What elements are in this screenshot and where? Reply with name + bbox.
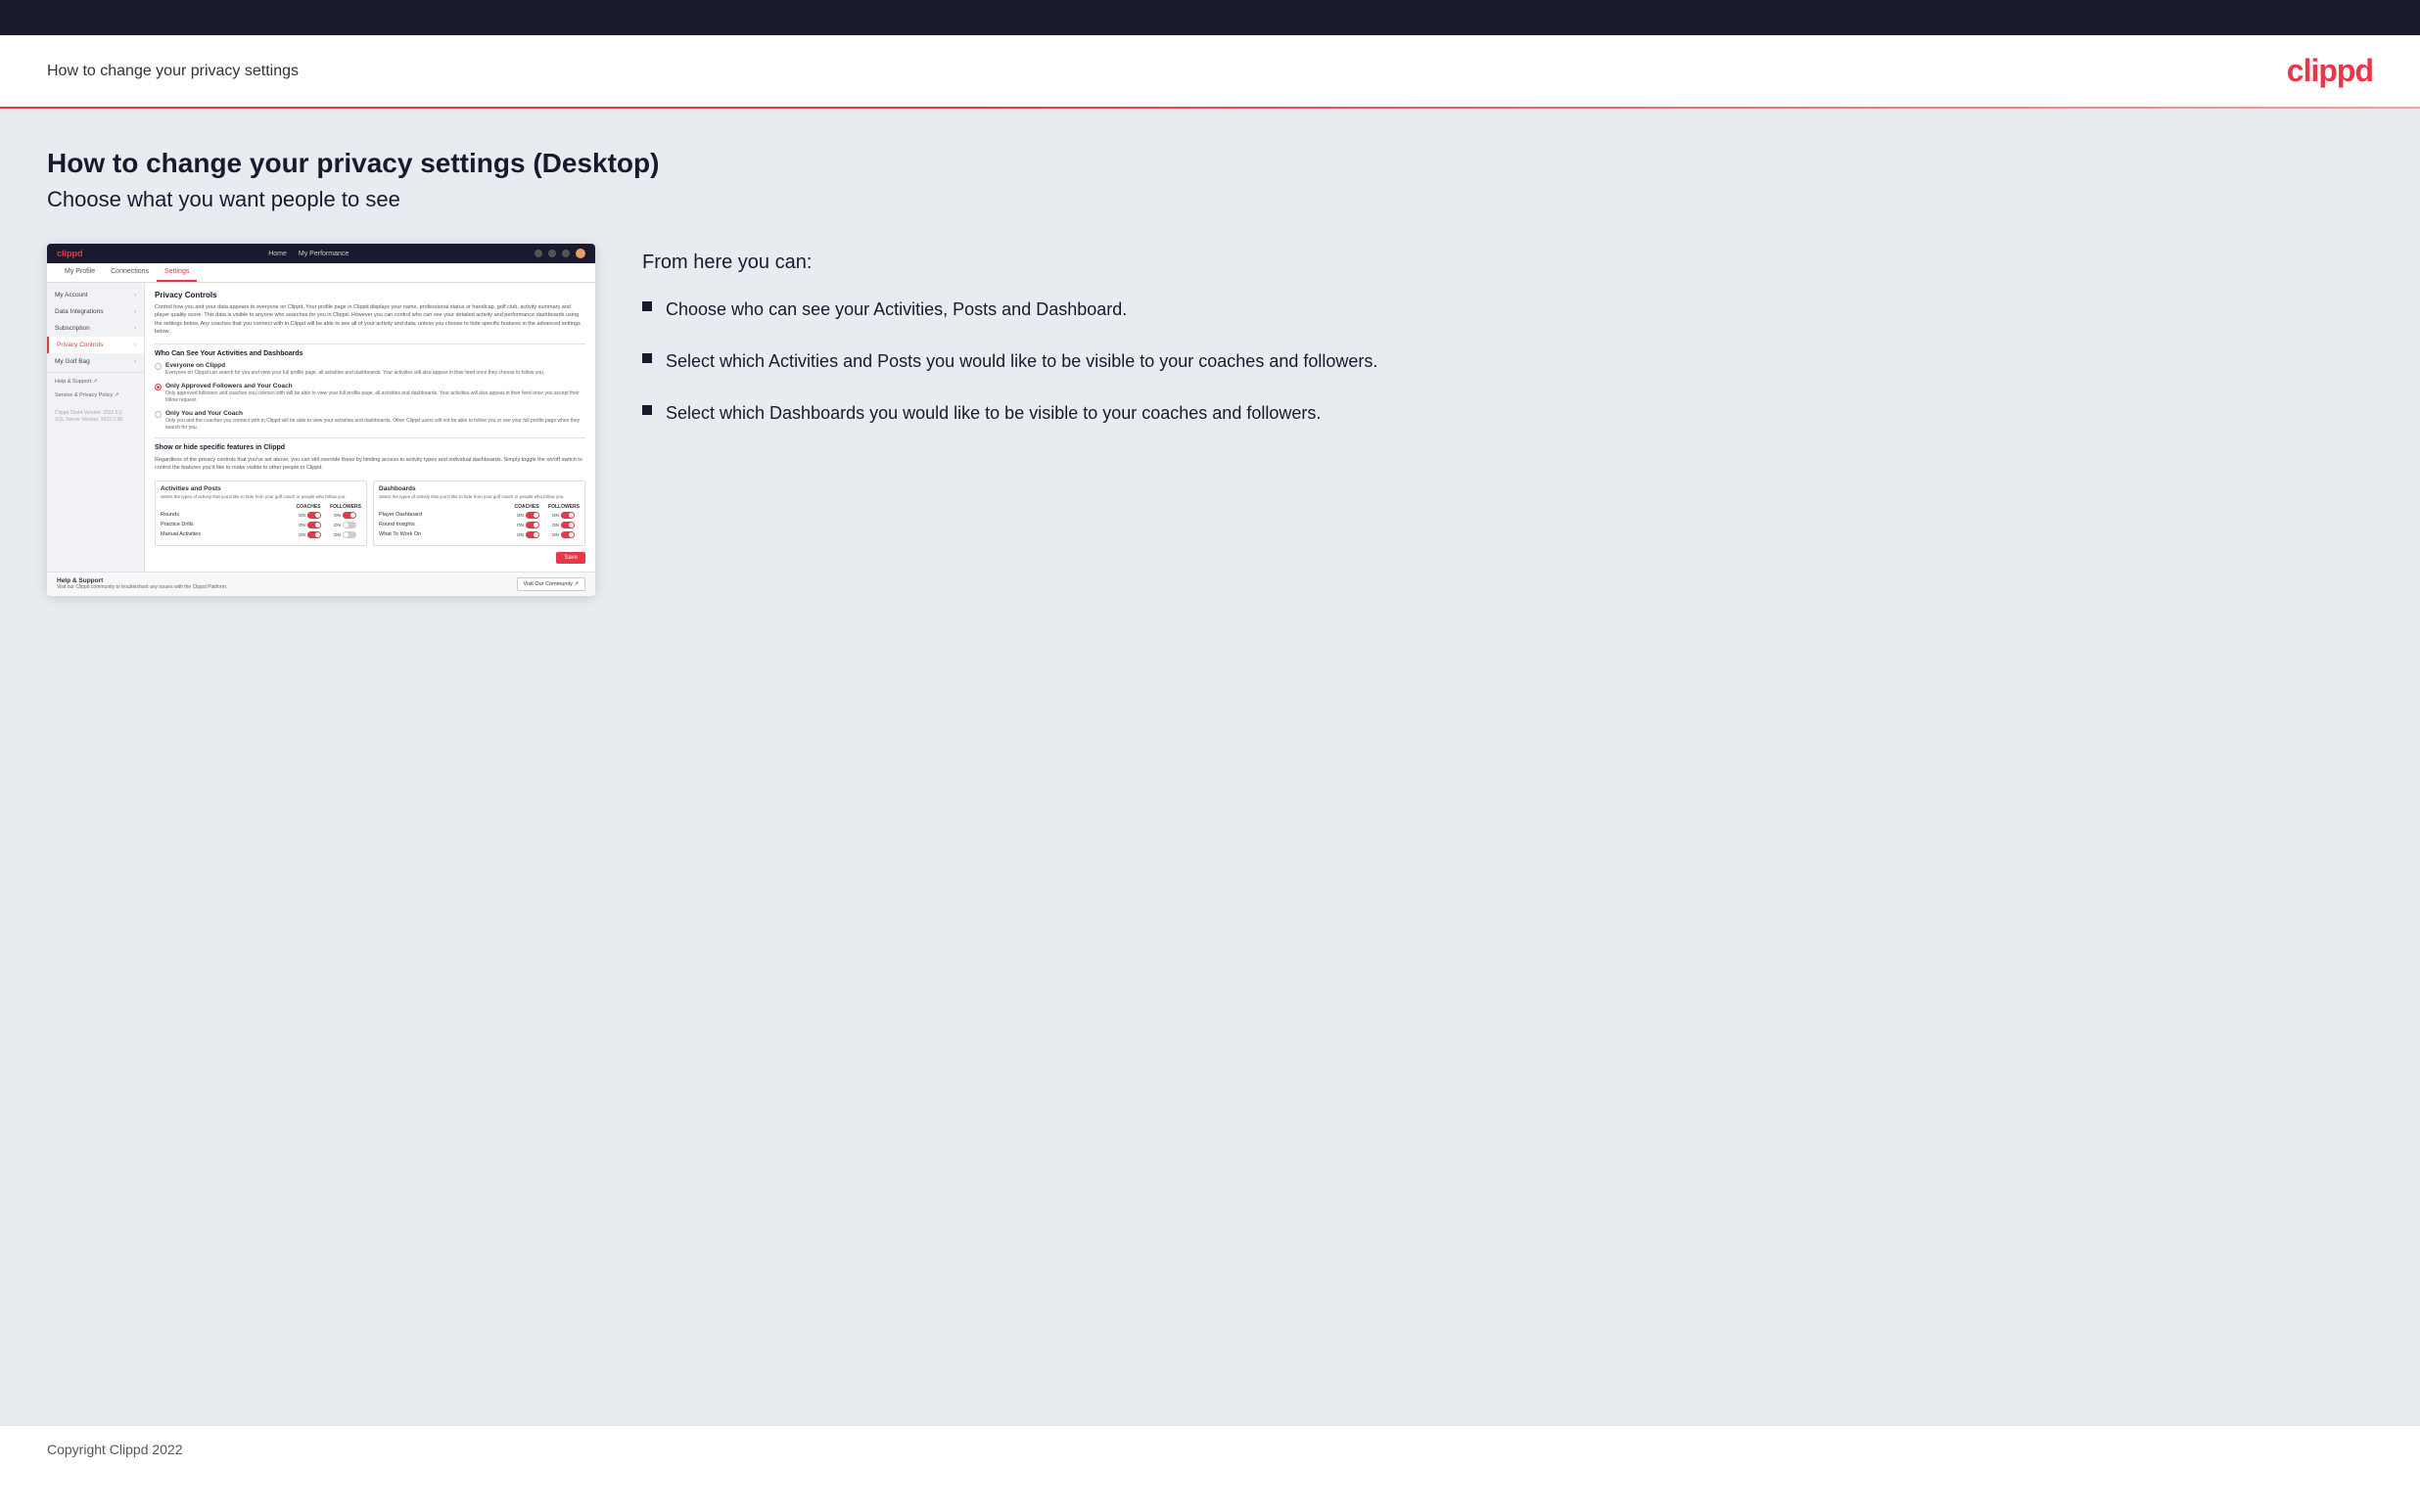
mockup-nav-links: Home My Performance: [268, 251, 349, 257]
mockup-nav-icons: [535, 249, 585, 258]
mockup-dashboard-player: Player Dashboard ON ON: [379, 512, 580, 519]
mockup-sidebar-divider: [47, 372, 144, 373]
mockup-sidebar: My Account › Data Integrations › Subscri…: [47, 283, 145, 572]
page-title: How to change your privacy settings (Des…: [47, 148, 2373, 179]
mockup-sidebar-account: My Account ›: [47, 287, 144, 303]
toggle-rounds-followers: [343, 512, 356, 519]
footer-copyright: Copyright Clippd 2022: [47, 1442, 183, 1457]
mockup-tab-settings: Settings: [157, 263, 197, 282]
two-column-layout: clippd Home My Performance My Profile: [47, 244, 2373, 596]
bullet-square-1: [642, 301, 652, 311]
bullet-item-1: Choose who can see your Activities, Post…: [642, 298, 2373, 322]
mockup-activity-manual: Manual Activities ON ON: [161, 531, 361, 538]
mockup-body: My Account › Data Integrations › Subscri…: [47, 283, 595, 572]
mockup-sidebar-subscription: Subscription ›: [47, 320, 144, 337]
mockup-show-hide-desc: Regardless of the privacy controls that …: [155, 456, 585, 473]
mockup-main-area: Privacy Controls Control how you and you…: [145, 283, 595, 572]
mockup-sidebar-privacy: Privacy Controls ›: [47, 337, 144, 353]
toggle-workson-coaches: [526, 531, 539, 538]
main-content: How to change your privacy settings (Des…: [0, 109, 2420, 1425]
toggle-manual-coaches: [307, 531, 321, 538]
toggle-drills-followers: [343, 522, 356, 528]
mockup-divider-2: [155, 437, 585, 438]
mockup-show-hide-title: Show or hide specific features in Clippd: [155, 444, 585, 451]
mockup-dashboard-workson: What To Work On ON ON: [379, 531, 580, 538]
mockup-privacy-title: Privacy Controls: [155, 291, 585, 299]
mockup-user-icon: [548, 250, 556, 257]
mockup-navbar: clippd Home My Performance: [47, 244, 595, 263]
header: How to change your privacy settings clip…: [0, 35, 2420, 107]
mockup-save-row: Save: [155, 552, 585, 564]
top-bar: [0, 0, 2420, 35]
mockup-save-button[interactable]: Save: [556, 552, 585, 564]
mockup-activity-drills: Practice Drills ON ON: [161, 522, 361, 528]
mockup-sidebar-version: Clippd Client Version: 2022.8.2SQL Serve…: [47, 402, 144, 428]
bullet-text-2: Select which Activities and Posts you wo…: [666, 349, 1377, 374]
toggle-rounds-coaches: [307, 512, 321, 519]
mockup-sidebar-help: Help & Support ↗: [47, 375, 144, 389]
mockup-sidebar-data: Data Integrations ›: [47, 303, 144, 320]
mockup-activity-rounds: Rounds ON ON: [161, 512, 361, 519]
mockup-inner: clippd Home My Performance My Profile: [47, 244, 595, 596]
footer: Copyright Clippd 2022: [0, 1425, 2420, 1475]
mockup-privacy-desc: Control how you and your data appears to…: [155, 303, 585, 336]
mockup-radio-everyone: Everyone on Clippd Everyone on Clippd ca…: [155, 362, 585, 377]
logo: clippd: [2287, 53, 2373, 89]
toggle-manual-followers: [343, 531, 356, 538]
mockup-help-section: Help & Support Visit our Clippd communit…: [47, 572, 595, 596]
mockup-features-row: Activities and Posts Select the types of…: [155, 481, 585, 546]
bullet-item-2: Select which Activities and Posts you wo…: [642, 349, 2373, 374]
right-column: From here you can: Choose who can see yo…: [642, 244, 2373, 454]
toggle-drills-coaches: [307, 522, 321, 528]
right-col-title: From here you can:: [642, 252, 2373, 274]
bullet-text-1: Choose who can see your Activities, Post…: [666, 298, 1127, 322]
mockup-activities-box: Activities and Posts Select the types of…: [155, 481, 367, 546]
bullet-item-3: Select which Dashboards you would like t…: [642, 401, 2373, 426]
mockup-tab-profile: My Profile: [57, 263, 103, 282]
bullet-square-3: [642, 405, 652, 415]
mockup-radio-approved: Only Approved Followers and Your Coach O…: [155, 383, 585, 404]
mockup-tabs: My Profile Connections Settings: [47, 263, 595, 283]
mockup-radio-circle-only-you: [155, 411, 162, 418]
mockup-help-button[interactable]: Visit Our Community ↗: [517, 577, 585, 591]
mockup-radio-only-you: Only You and Your Coach Only you and the…: [155, 410, 585, 432]
header-title: How to change your privacy settings: [47, 63, 299, 80]
toggle-round-coaches: [526, 522, 539, 528]
mockup-dashboards-box: Dashboards Select the types of activity …: [373, 481, 585, 546]
bullet-square-2: [642, 353, 652, 363]
mockup-radio-circle-everyone: [155, 363, 162, 370]
mockup-radio-circle-approved: [155, 384, 162, 390]
mockup-logo: clippd: [57, 249, 83, 258]
screenshot-mockup: clippd Home My Performance My Profile: [47, 244, 595, 596]
page-subtitle: Choose what you want people to see: [47, 187, 2373, 212]
mockup-tab-connections: Connections: [103, 263, 157, 282]
toggle-round-followers: [561, 522, 575, 528]
mockup-sidebar-golfbag: My Golf Bag ›: [47, 353, 144, 370]
mockup-avatar: [576, 249, 585, 258]
toggle-workson-followers: [561, 531, 575, 538]
mockup-who-can-see-title: Who Can See Your Activities and Dashboar…: [155, 350, 585, 357]
bullet-list: Choose who can see your Activities, Post…: [642, 298, 2373, 427]
mockup-sidebar-privacy-policy: Service & Privacy Policy ↗: [47, 389, 144, 402]
mockup-nav-performance: My Performance: [299, 251, 349, 257]
toggle-player-coaches: [526, 512, 539, 519]
mockup-dashboard-round: Round Insights ON ON: [379, 522, 580, 528]
mockup-search-icon: [535, 250, 542, 257]
bullet-text-3: Select which Dashboards you would like t…: [666, 401, 1321, 426]
mockup-settings-icon: [562, 250, 570, 257]
toggle-player-followers: [561, 512, 575, 519]
mockup-nav-home: Home: [268, 251, 287, 257]
